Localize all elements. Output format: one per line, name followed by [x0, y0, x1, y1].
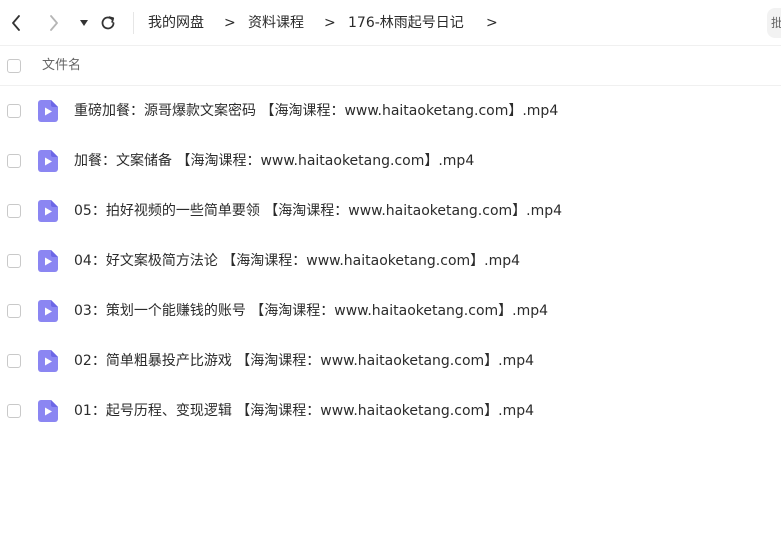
select-all-checkbox[interactable]	[7, 59, 21, 73]
file-name[interactable]: 03：策划一个能赚钱的账号 【海淘课程：www.haitaoketang.com…	[74, 302, 548, 320]
file-row[interactable]: 03：策划一个能赚钱的账号 【海淘课程：www.haitaoketang.com…	[0, 286, 781, 336]
breadcrumb-item-course-materials[interactable]: 资料课程	[248, 14, 304, 32]
toolbar: 我的网盘 > 资料课程 > 176-林雨起号日记 > 批	[0, 0, 781, 46]
refresh-button[interactable]	[98, 13, 118, 33]
file-row[interactable]: 重磅加餐：源哥爆款文案密码 【海淘课程：www.haitaoketang.com…	[0, 86, 781, 136]
back-button[interactable]	[6, 13, 26, 33]
breadcrumb-item-current-folder[interactable]: 176-林雨起号日记	[348, 14, 464, 32]
row-checkbox[interactable]	[7, 304, 21, 318]
chevron-right-icon	[50, 15, 58, 31]
file-row[interactable]: 02：简单粗暴投产比游戏 【海淘课程：www.haitaoketang.com】…	[0, 336, 781, 386]
row-checkbox[interactable]	[7, 104, 21, 118]
file-row[interactable]: 05：拍好视频的一些简单要领 【海淘课程：www.haitaoketang.co…	[0, 186, 781, 236]
row-checkbox[interactable]	[7, 404, 21, 418]
video-file-icon	[38, 200, 58, 222]
row-checkbox[interactable]	[7, 154, 21, 168]
file-name[interactable]: 02：简单粗暴投产比游戏 【海淘课程：www.haitaoketang.com】…	[74, 352, 534, 370]
video-file-icon	[38, 300, 58, 322]
row-checkbox[interactable]	[7, 204, 21, 218]
batch-action-button[interactable]: 批	[767, 8, 781, 38]
breadcrumb-item-my-drive[interactable]: 我的网盘	[148, 14, 204, 32]
video-file-icon	[38, 150, 58, 172]
file-name[interactable]: 重磅加餐：源哥爆款文案密码 【海淘课程：www.haitaoketang.com…	[74, 102, 558, 120]
breadcrumb-separator: >	[324, 15, 336, 31]
file-list-header: 文件名	[0, 46, 781, 86]
file-name[interactable]: 04：好文案极简方法论 【海淘课程：www.haitaoketang.com】.…	[74, 252, 520, 270]
video-file-icon	[38, 100, 58, 122]
file-row[interactable]: 01：起号历程、变现逻辑 【海淘课程：www.haitaoketang.com】…	[0, 386, 781, 436]
file-name[interactable]: 01：起号历程、变现逻辑 【海淘课程：www.haitaoketang.com】…	[74, 402, 534, 420]
file-row[interactable]: 加餐：文案储备 【海淘课程：www.haitaoketang.com】.mp4	[0, 136, 781, 186]
refresh-icon	[101, 16, 115, 30]
video-file-icon	[38, 400, 58, 422]
toolbar-divider	[133, 12, 134, 34]
video-file-icon	[38, 250, 58, 272]
breadcrumb-separator: >	[224, 15, 236, 31]
forward-button[interactable]	[44, 13, 64, 33]
caret-down-icon	[80, 20, 88, 26]
video-file-icon	[38, 350, 58, 372]
column-header-filename[interactable]: 文件名	[42, 58, 81, 74]
history-dropdown-button[interactable]	[74, 13, 94, 33]
breadcrumb-separator: >	[486, 15, 498, 31]
file-name[interactable]: 05：拍好视频的一些简单要领 【海淘课程：www.haitaoketang.co…	[74, 202, 562, 220]
row-checkbox[interactable]	[7, 254, 21, 268]
file-name[interactable]: 加餐：文案储备 【海淘课程：www.haitaoketang.com】.mp4	[74, 152, 474, 170]
chevron-left-icon	[12, 15, 20, 31]
file-row[interactable]: 04：好文案极简方法论 【海淘课程：www.haitaoketang.com】.…	[0, 236, 781, 286]
row-checkbox[interactable]	[7, 354, 21, 368]
